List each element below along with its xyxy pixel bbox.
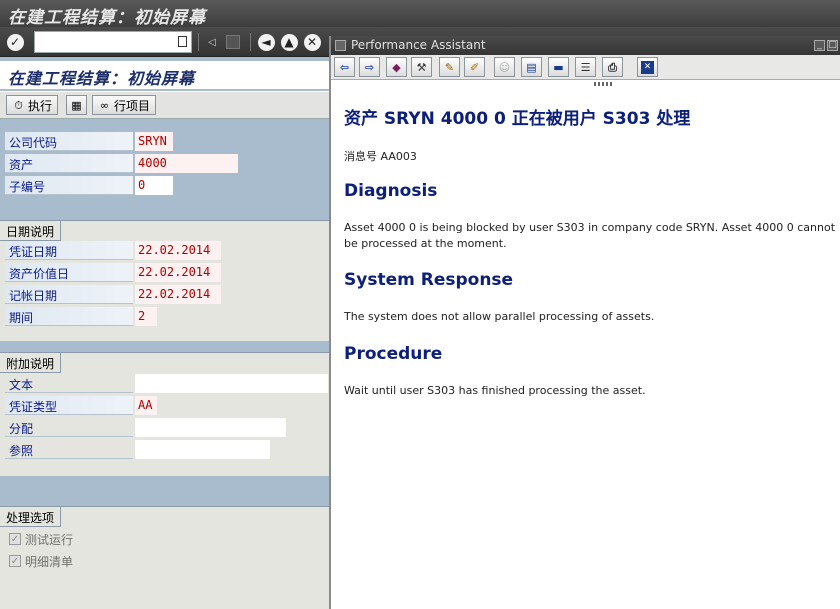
bookmark-button[interactable]: ✐ — [464, 57, 485, 77]
print-button[interactable]: ⎙ — [602, 57, 623, 77]
additional-heading: 附加说明 — [0, 353, 62, 373]
close-button[interactable]: ✕ — [637, 57, 658, 77]
doc-type-label: 凭证类型 — [5, 396, 133, 415]
company-code-label: 公司代码 — [5, 132, 133, 151]
period-input[interactable]: 2 — [135, 307, 157, 326]
posting-date-input[interactable]: 22.02.2014 — [135, 285, 221, 304]
save-button[interactable] — [222, 31, 244, 53]
book-icon: ◆ — [392, 60, 401, 74]
triangle-left-icon: ◁ — [208, 36, 216, 48]
edit-button[interactable]: ✎ — [439, 57, 460, 77]
document-button[interactable]: ▤ — [521, 57, 542, 77]
settings-button[interactable]: ▬ — [548, 57, 569, 77]
back-button[interactable]: ⇦ — [334, 57, 355, 77]
variant-button[interactable]: ▦ — [66, 95, 87, 115]
dates-heading: 日期说明 — [0, 221, 62, 241]
back-button[interactable]: ◄ — [255, 31, 277, 53]
list-icon: ☰ — [580, 60, 591, 74]
back-arrow-icon: ◄ — [257, 33, 275, 51]
diagnosis-heading: Diagnosis — [344, 181, 438, 201]
response-text: The system does not allow parallel proce… — [344, 310, 655, 323]
window-icon: ▬ — [553, 60, 564, 74]
note-icon: ✐ — [469, 60, 480, 74]
options-button[interactable]: ☰ — [575, 57, 596, 77]
posting-date-label: 记帐日期 — [5, 285, 133, 304]
message-number: 消息号 AA003 — [344, 150, 417, 163]
maximize-icon[interactable]: □ — [827, 40, 838, 51]
tech-info-button[interactable]: ⚒ — [411, 57, 432, 77]
document-icon: ▤ — [526, 60, 537, 74]
detail-list-label: 明细清单 — [25, 555, 74, 569]
selection-screen: 在建工程结算：初始屏幕 ⏱ 执行 ▦ ∞ 行项目 公司代码 SRYN 资产 40… — [0, 57, 329, 609]
close-icon: ✕ — [641, 60, 654, 74]
subnumber-input[interactable]: 0 — [135, 176, 173, 195]
response-heading: System Response — [344, 270, 514, 290]
processing-heading: 处理选项 — [0, 507, 62, 527]
processing-section: 处理选项 ✓ 测试运行 ✓ 明细清单 — [0, 506, 329, 609]
assistant-toolbar: ⇦ ⇨ ◆ ⚒ ✎ ✐ ☺ ▤ ▬ ☰ ⎙ ✕ — [331, 55, 840, 80]
detail-list-checkbox[interactable]: ✓ — [9, 555, 21, 567]
period-label: 期间 — [5, 307, 133, 326]
disabled-button[interactable]: ☺ — [494, 57, 515, 77]
tools-icon: ⚒ — [416, 60, 427, 74]
cancel-icon: ✕ — [303, 33, 321, 51]
resize-grip[interactable] — [594, 82, 614, 86]
execute-label: 执行 — [28, 98, 53, 113]
reference-input[interactable] — [135, 440, 270, 459]
minimize-icon[interactable]: _ — [814, 40, 825, 51]
procedure-text: Wait until user S303 has finished proces… — [344, 384, 646, 397]
value-date-input[interactable]: 22.02.2014 — [135, 263, 221, 282]
screen-title: 在建工程结算：初始屏幕 — [0, 61, 329, 89]
doc-date-label: 凭证日期 — [5, 241, 133, 260]
grid-icon: ▦ — [71, 98, 82, 112]
value-date-label: 资产价值日 — [5, 263, 133, 282]
command-field[interactable] — [34, 31, 192, 53]
asset-input[interactable]: 4000 — [135, 154, 238, 173]
execute-icon: ⏱ — [14, 98, 23, 112]
collapse-button[interactable]: ◁ — [201, 31, 223, 53]
person-icon: ☺ — [498, 60, 511, 74]
up-arrow-icon: ▲ — [280, 33, 298, 51]
application-toolbar: ⏱ 执行 ▦ ∞ 行项目 — [0, 91, 329, 119]
glossary-button[interactable]: ◆ — [386, 57, 407, 77]
performance-assistant-window: Performance Assistant _ □ ⇦ ⇨ ◆ ⚒ ✎ ✐ ☺ … — [329, 36, 840, 609]
doc-type-input[interactable]: AA — [135, 396, 157, 415]
check-icon: ✓ — [6, 33, 24, 51]
assistant-title-bar: Performance Assistant _ □ — [331, 36, 840, 55]
window-title: 在建工程结算：初始屏幕 — [0, 0, 840, 28]
arrow-right-icon: ⇨ — [364, 60, 375, 74]
assignment-label: 分配 — [5, 418, 133, 437]
procedure-heading: Procedure — [344, 344, 443, 364]
dates-section: 日期说明 凭证日期 22.02.2014 资产价值日 22.02.2014 记帐… — [0, 220, 329, 341]
execute-button[interactable]: ⏱ 执行 — [6, 95, 59, 115]
window-menu-icon[interactable] — [335, 40, 346, 51]
line-items-label: 行项目 — [114, 98, 151, 113]
enter-button[interactable]: ✓ — [4, 31, 26, 53]
text-label: 文本 — [5, 374, 133, 393]
subnumber-label: 子编号 — [5, 176, 133, 195]
cancel-button[interactable]: ✕ — [301, 31, 323, 53]
additional-section: 附加说明 文本 凭证类型 AA 分配 参照 — [0, 352, 329, 476]
test-run-label: 测试运行 — [25, 533, 74, 547]
text-input[interactable] — [135, 374, 328, 393]
forward-button[interactable]: ⇨ — [359, 57, 380, 77]
company-code-input[interactable]: SRYN — [135, 132, 173, 151]
diagnosis-text: Asset 4000 0 is being blocked by user S3… — [344, 221, 836, 250]
assignment-input[interactable] — [135, 418, 286, 437]
asset-label: 资产 — [5, 154, 133, 173]
reference-label: 参照 — [5, 440, 133, 459]
line-items-button[interactable]: ∞ 行项目 — [92, 95, 157, 115]
glasses-icon: ∞ — [99, 98, 110, 112]
save-icon — [226, 35, 240, 49]
message-heading: 资产 SRYN 4000 0 正在被用户 S303 处理 — [344, 109, 691, 129]
doc-date-input[interactable]: 22.02.2014 — [135, 241, 221, 260]
pencil-icon: ✎ — [444, 60, 455, 74]
exit-button[interactable]: ▲ — [278, 31, 300, 53]
arrow-left-icon: ⇦ — [339, 60, 350, 74]
test-run-checkbox[interactable]: ✓ — [9, 533, 21, 545]
assistant-title: Performance Assistant — [351, 38, 486, 52]
printer-icon: ⎙ — [608, 60, 617, 74]
history-icon[interactable] — [178, 36, 187, 47]
